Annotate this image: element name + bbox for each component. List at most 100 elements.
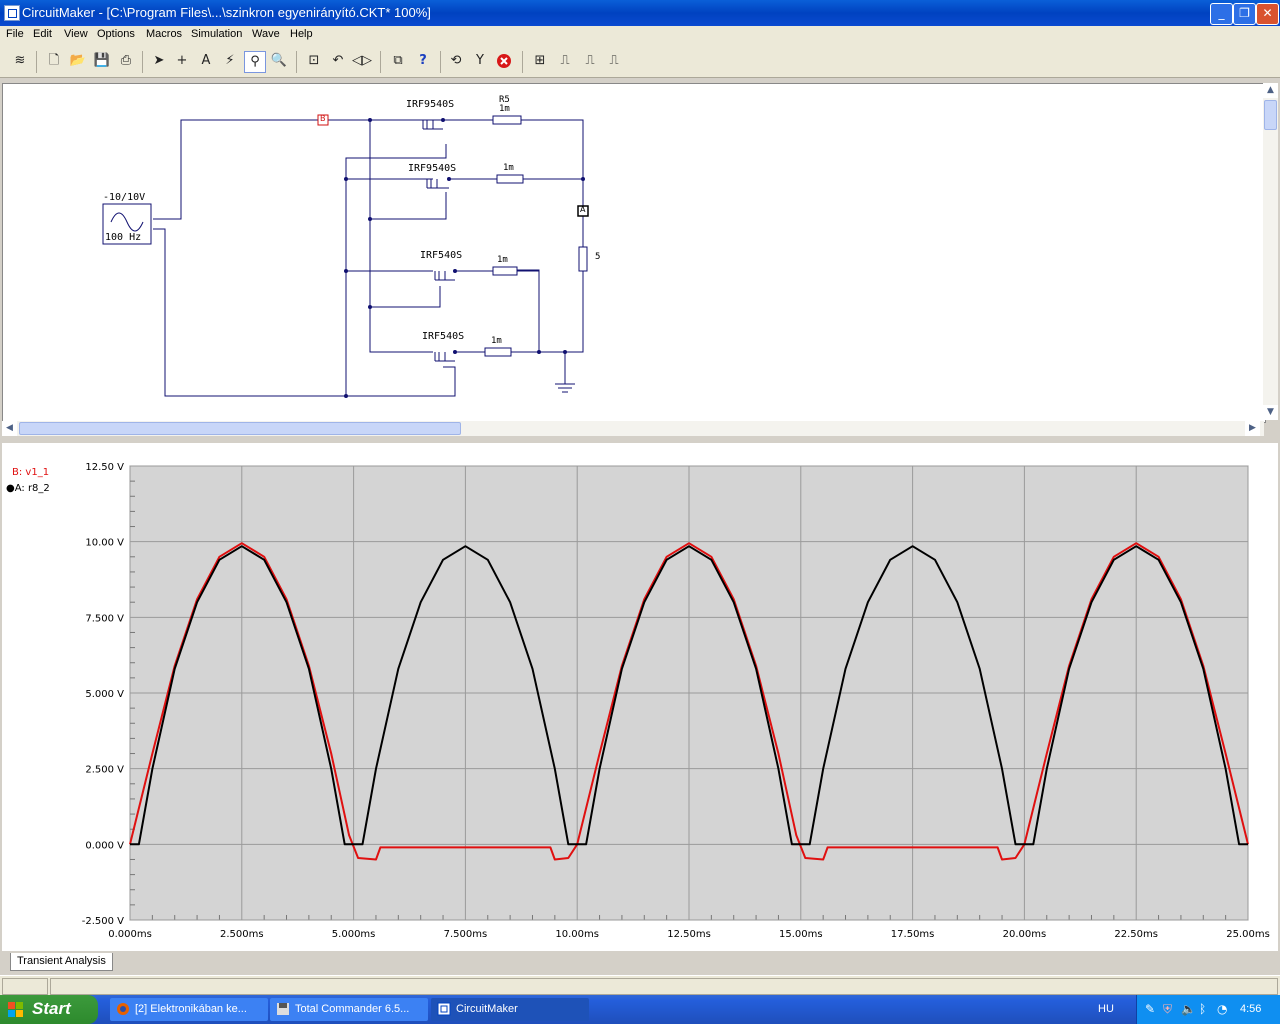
app-icon[interactable]	[4, 5, 20, 21]
probe-b[interactable]: B	[320, 114, 326, 123]
menu-simulation[interactable]: Simulation	[191, 28, 242, 40]
task-firefox[interactable]: [2] Elektronikában ke...	[110, 998, 268, 1021]
save-icon[interactable]: 💾	[92, 51, 112, 71]
reset-icon[interactable]: ⟲	[446, 51, 466, 71]
waveform-panel[interactable]: B: v1_1 ●A: r8_2 0.000ms 2.500ms 5.000ms 7.…	[2, 443, 1278, 951]
open-folder-icon[interactable]: 📂	[68, 51, 88, 71]
mosfet-label: IRF9540S	[406, 99, 455, 110]
network-icon[interactable]: ◔	[1217, 1002, 1227, 1016]
toolbar-separator	[522, 51, 523, 73]
schematic-canvas[interactable]: -10/10V 100 Hz IRF9540S IRF9540S IRF540S…	[2, 83, 1266, 423]
tray-pen-icon[interactable]: ✎	[1145, 1002, 1155, 1016]
print-icon[interactable]: ⎙	[116, 51, 136, 71]
y-tick-label: 2.500 V	[85, 765, 124, 776]
menu-wave[interactable]: Wave	[252, 28, 280, 40]
x-tick-label: 15.00ms	[779, 929, 823, 940]
waveform-chart: 0.000ms 2.500ms 5.000ms 7.500ms 10.00ms 12.50…	[82, 462, 1270, 940]
minimize-button[interactable]: _	[1210, 3, 1233, 25]
tab-transient-analysis[interactable]: Transient Analysis	[10, 953, 113, 971]
horizontal-scroll-thumb[interactable]	[19, 422, 461, 435]
schematic-drawing	[102, 114, 589, 398]
y-tick-label: -2.500 V	[82, 916, 124, 927]
mosfet-label: IRF9540S	[408, 163, 457, 174]
floppy-icon	[277, 1003, 289, 1015]
waveform-window-icon[interactable]: ⊞	[530, 51, 550, 71]
toolbar-separator	[440, 51, 441, 73]
mirror-icon[interactable]: ◁▷	[352, 51, 372, 71]
toolbar-separator	[36, 51, 37, 73]
stop-icon[interactable]	[494, 51, 514, 71]
start-button[interactable]: Start	[0, 995, 98, 1024]
title-bar[interactable]: CircuitMaker - [C:\Program Files\...\szi…	[0, 0, 1280, 26]
menu-macros[interactable]: Macros	[146, 28, 182, 40]
x-tick-label: 10.00ms	[555, 929, 599, 940]
x-tick-label: 22.50ms	[1114, 929, 1158, 940]
bluetooth-icon[interactable]: ᛒ	[1199, 1002, 1206, 1016]
close-button[interactable]: ✕	[1256, 3, 1279, 25]
scroll-up-button[interactable]: ▲	[1263, 83, 1278, 98]
maximize-button[interactable]: ❐	[1233, 3, 1256, 25]
y-tick-label: 7.500 V	[85, 613, 124, 624]
rotate-icon[interactable]: ↶	[328, 51, 348, 71]
schematic-horizontal-scrollbar[interactable]: ◀ ▶	[2, 421, 1264, 436]
menu-help[interactable]: Help	[290, 28, 313, 40]
mosfet-label: IRF540S	[420, 250, 463, 261]
clock: 4:56	[1240, 1003, 1262, 1015]
schematic-vertical-scrollbar[interactable]: ▲ ▼	[1263, 83, 1278, 420]
digital-sim-icon[interactable]: ⧉	[388, 51, 408, 71]
menu-view[interactable]: View	[64, 28, 88, 40]
new-file-icon[interactable]: 🗋	[44, 51, 64, 71]
menu-options[interactable]: Options	[97, 28, 135, 40]
y-tick-label: 5.000 V	[85, 689, 124, 700]
toolbar: ≋ 🗋 📂 💾 ⎙ ➤ + A ⚡ ⚲ 🔍 ⊡ ↶ ◁▷ ⧉ ? ⟲ Y ⊞ ⎍…	[0, 45, 1280, 78]
y-tick-label: 12.50 V	[85, 462, 124, 473]
menu-edit[interactable]: Edit	[33, 28, 52, 40]
probe-tool-icon[interactable]: ⚡	[220, 51, 240, 71]
status-bar	[0, 975, 1280, 996]
x-tick-label: 0.000ms	[108, 929, 152, 940]
help-icon[interactable]: ?	[413, 51, 433, 71]
windows-logo-icon	[8, 1002, 23, 1017]
task-circuitmaker[interactable]: CircuitMaker	[431, 998, 589, 1021]
x-tick-label: 25.00ms	[1226, 929, 1270, 940]
x-tick-label: 20.00ms	[1003, 929, 1047, 940]
scroll-right-button[interactable]: ▶	[1245, 421, 1260, 436]
start-label: Start	[32, 999, 71, 1018]
scroll-left-button[interactable]: ◀	[2, 421, 17, 436]
arrow-tool-icon[interactable]: ➤	[149, 51, 169, 71]
status-cell	[50, 978, 1278, 995]
wire-tool-icon[interactable]: +	[172, 51, 192, 71]
scroll-icon[interactable]: ≋	[10, 51, 30, 71]
toolbar-separator	[380, 51, 381, 73]
zoom-window-icon[interactable]: ⊡	[304, 51, 324, 71]
text-tool-icon[interactable]: A	[196, 51, 216, 71]
x-tick-label: 12.50ms	[667, 929, 711, 940]
digital-wave-icon[interactable]: ⎍	[580, 51, 600, 71]
load-resistor-label: 5	[595, 252, 601, 262]
analog-wave-icon[interactable]: ⎍	[555, 51, 575, 71]
y-tick-label: 0.000 V	[85, 840, 124, 851]
magnify-icon[interactable]: 🔍	[269, 51, 289, 71]
x-tick-label: 7.500ms	[444, 929, 488, 940]
task-total-commander[interactable]: Total Commander 6.5...	[270, 998, 428, 1021]
x-tick-label: 2.500ms	[220, 929, 264, 940]
x-tick-label: 5.000ms	[332, 929, 376, 940]
circuitmaker-icon	[437, 1002, 451, 1016]
shield-icon[interactable]: ⛨	[1163, 1002, 1172, 1017]
y-tick-label: 10.00 V	[85, 538, 124, 549]
analysis-tab-bar: Transient Analysis	[0, 952, 1280, 972]
probe-a[interactable]: A	[580, 205, 585, 214]
language-indicator[interactable]: HU	[1098, 1003, 1114, 1015]
volume-icon[interactable]: 🔈	[1181, 1002, 1196, 1016]
trace-icon[interactable]: ⎍	[604, 51, 624, 71]
scroll-down-button[interactable]: ▼	[1263, 405, 1278, 420]
step-icon[interactable]: Y	[470, 51, 490, 71]
mosfet-label: IRF540S	[422, 331, 465, 342]
resistor-label: 1m	[503, 163, 514, 173]
zoom-probe-icon[interactable]: ⚲	[244, 51, 266, 73]
resistor-label: 1m	[499, 104, 510, 114]
menu-file[interactable]: File	[6, 28, 24, 40]
task-label: [2] Elektronikában ke...	[135, 1003, 247, 1015]
vertical-scroll-thumb[interactable]	[1264, 100, 1277, 130]
menu-bar: File Edit View Options Macros Simulation…	[0, 26, 1280, 45]
